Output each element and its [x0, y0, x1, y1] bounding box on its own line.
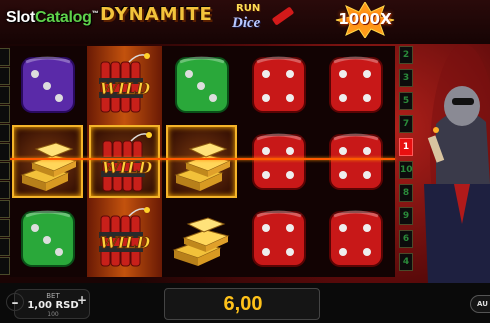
payline-indicator: 5	[399, 92, 413, 110]
payline-indicator	[0, 181, 10, 199]
brand-watermark: SlotCatalog™	[6, 9, 99, 27]
payline-indicator: 10	[399, 161, 413, 179]
payline-indicator	[0, 143, 10, 161]
red-dice-icon	[243, 125, 314, 198]
win-display: 6,00	[164, 288, 320, 320]
win-line	[10, 158, 395, 160]
payline-indicator	[0, 67, 10, 85]
red-dice-icon	[243, 48, 314, 121]
payline-indicator	[0, 48, 10, 66]
payline-indicator	[0, 257, 10, 275]
wild-dynamite-icon: WILD	[89, 125, 160, 198]
bet-increase-button[interactable]: +	[76, 292, 88, 308]
logo-main-text: DYNAMITE	[100, 4, 213, 25]
win-amount: 6,00	[223, 293, 263, 315]
payline-indicator: 3	[399, 69, 413, 87]
brand-part1: Slot	[6, 9, 36, 26]
red-dice-icon	[320, 202, 391, 275]
purple-dice-icon	[12, 48, 83, 121]
wild-dynamite-icon: WILD	[89, 202, 160, 275]
autoplay-button[interactable]: AU	[470, 295, 490, 313]
reel-column	[241, 46, 316, 277]
brand-part2: Catalog	[35, 9, 92, 26]
multiplier-badge: 1000X	[334, 1, 396, 39]
payline-indicator	[0, 200, 10, 218]
red-dice-icon	[320, 125, 391, 198]
red-dice-icon	[243, 202, 314, 275]
payline-indicator	[0, 162, 10, 180]
green-dice-icon	[166, 48, 237, 121]
reel-column	[318, 46, 393, 277]
wild-dynamite-icon: WILD	[89, 48, 160, 121]
payline-indicator: 7	[399, 115, 413, 133]
badger-mascot-icon	[424, 44, 490, 284]
svg-text:WILD: WILD	[100, 233, 151, 252]
reel-column	[164, 46, 239, 277]
payline-indicator	[0, 86, 10, 104]
svg-text:WILD: WILD	[102, 158, 153, 177]
reel-grid: WILD WILD WILD	[10, 46, 395, 277]
payline-indicator: 8	[399, 184, 413, 202]
reel-column	[10, 46, 85, 277]
payline-indicator	[0, 238, 10, 256]
game-logo: DYNAMITE RUN Dice	[96, 2, 296, 40]
game-screen: SlotCatalog™ DYNAMITE RUN Dice 1000X WIL…	[0, 0, 490, 323]
svg-text:WILD: WILD	[100, 79, 151, 98]
gold-bars-icon	[12, 125, 83, 198]
gold-bars-icon	[166, 202, 237, 275]
payline-indicator: 1	[399, 138, 413, 156]
payline-indicator: 2	[399, 46, 413, 64]
header-bar: SlotCatalog™ DYNAMITE RUN Dice 1000X	[0, 0, 490, 44]
green-dice-icon	[12, 202, 83, 275]
gold-bars-icon	[166, 125, 237, 198]
multiplier-text: 1000X	[338, 10, 392, 28]
logo-run-text: RUN	[236, 3, 261, 14]
logo-dice-text: Dice	[232, 15, 261, 31]
payline-indicator	[0, 219, 10, 237]
payline-indicator: 4	[399, 253, 413, 271]
bet-sub-value: 100	[47, 311, 59, 318]
reel-column: WILD WILD WILD	[87, 46, 162, 277]
bet-decrease-button[interactable]: –	[6, 293, 24, 311]
mascot-character	[416, 44, 490, 284]
payline-indicator: 6	[399, 230, 413, 248]
payline-indicator	[0, 105, 10, 123]
payline-indicator	[0, 124, 10, 142]
red-dice-icon	[320, 48, 391, 121]
payline-indicator: 9	[399, 207, 413, 225]
